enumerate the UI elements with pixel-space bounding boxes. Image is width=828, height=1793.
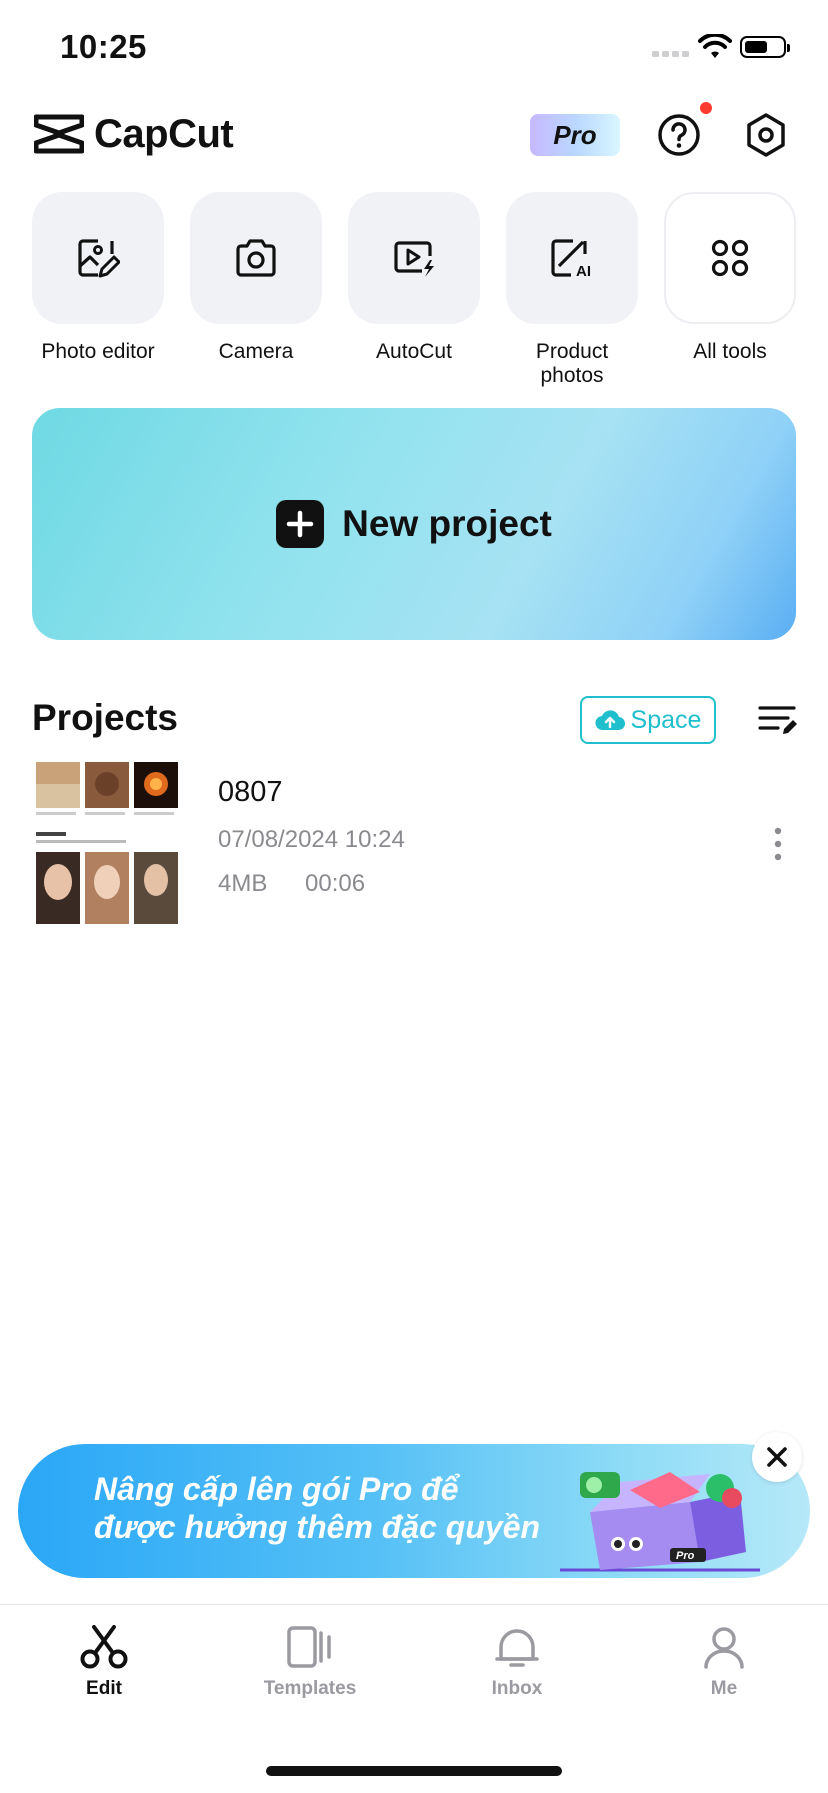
- plus-icon: [276, 500, 325, 548]
- tool-product-photos-tile[interactable]: AI: [506, 192, 638, 324]
- promo-art-badge: Pro: [676, 1550, 695, 1562]
- bottom-tab-bar: Edit Templates Inbox Me: [0, 1604, 828, 1793]
- tab-me[interactable]: Me: [654, 1625, 794, 1700]
- svg-text:AI: AI: [576, 263, 591, 280]
- home-indicator[interactable]: [266, 1766, 562, 1776]
- tool-autocut-tile[interactable]: [348, 192, 480, 324]
- more-options-icon[interactable]: [770, 826, 786, 862]
- autocut-icon: [394, 241, 434, 277]
- new-project-label: New project: [342, 503, 552, 544]
- pro-badge-button[interactable]: Pro: [530, 114, 620, 156]
- notification-dot: [700, 102, 712, 114]
- tab-label: Inbox: [491, 1678, 543, 1699]
- status-time: 10:25: [60, 28, 147, 65]
- space-label: Space: [630, 705, 702, 734]
- scissors-icon: [80, 1625, 128, 1669]
- project-name[interactable]: 0807: [218, 776, 283, 809]
- pro-upgrade-banner[interactable]: Nâng cấp lên gói Pro để được hưởng thêm …: [18, 1444, 810, 1578]
- tab-label: Me: [710, 1678, 738, 1699]
- bell-icon: [495, 1629, 539, 1667]
- profile-icon: [704, 1627, 744, 1669]
- tool-camera-tile[interactable]: [190, 192, 322, 324]
- templates-icon: [287, 1626, 331, 1668]
- tool-product-photos[interactable]: AI Product photos: [506, 192, 638, 388]
- capcut-logo-icon: [34, 114, 84, 154]
- tool-label-line: photos: [540, 364, 604, 387]
- cellular-signal-icon: [652, 51, 689, 57]
- tool-label: Camera: [218, 340, 294, 363]
- close-banner-button[interactable]: [752, 1432, 802, 1482]
- tool-autocut[interactable]: AutoCut: [348, 192, 480, 364]
- help-icon[interactable]: [656, 112, 702, 158]
- battery-icon: [740, 36, 790, 58]
- tool-photo-editor[interactable]: Photo editor: [32, 192, 164, 364]
- grid-icon: [711, 239, 749, 277]
- project-thumbnail[interactable]: [36, 762, 178, 924]
- tool-label: AutoCut: [376, 340, 452, 363]
- tab-inbox[interactable]: Inbox: [447, 1625, 587, 1700]
- brand-name: CapCut: [94, 112, 234, 156]
- space-button[interactable]: Space: [580, 696, 716, 744]
- project-size: 4MB: [218, 870, 268, 897]
- tool-camera[interactable]: Camera: [190, 192, 322, 364]
- tab-edit[interactable]: Edit: [34, 1625, 174, 1700]
- promo-text-line: được hưởng thêm đặc quyền: [94, 1509, 541, 1545]
- tool-label: Photo editor: [41, 340, 155, 363]
- tab-label: Edit: [86, 1678, 122, 1699]
- cloud-upload-icon: [595, 710, 625, 731]
- camera-icon: [236, 239, 276, 277]
- new-project-button[interactable]: New project: [32, 408, 796, 640]
- projects-title: Projects: [32, 697, 179, 738]
- promo-text-line: Nâng cấp lên gói Pro để: [94, 1471, 459, 1507]
- tool-all-tools[interactable]: All tools: [664, 192, 796, 364]
- project-duration: 00:06: [305, 870, 366, 897]
- tab-label: Templates: [263, 1678, 357, 1699]
- tool-label: Product photos: [506, 340, 638, 388]
- tool-photo-editor-tile[interactable]: [32, 192, 164, 324]
- close-icon: [767, 1447, 787, 1467]
- manage-list-icon[interactable]: [758, 704, 798, 738]
- project-date: 07/08/2024 10:24: [218, 826, 405, 853]
- promo-text: Nâng cấp lên gói Pro để được hưởng thêm …: [94, 1470, 540, 1546]
- wifi-icon: [698, 34, 732, 58]
- tool-all-tools-tile[interactable]: [664, 192, 796, 324]
- tool-label-line: Product: [535, 340, 609, 363]
- settings-hexagon-icon[interactable]: [744, 112, 788, 158]
- gift-box-illustration-icon: Pro: [560, 1472, 760, 1572]
- tab-templates[interactable]: Templates: [240, 1625, 380, 1700]
- project-thumbnail-image: [36, 762, 178, 924]
- tool-label: All tools: [693, 340, 767, 363]
- photo-edit-icon: [78, 239, 120, 278]
- product-photos-ai-icon: AI: [551, 239, 591, 280]
